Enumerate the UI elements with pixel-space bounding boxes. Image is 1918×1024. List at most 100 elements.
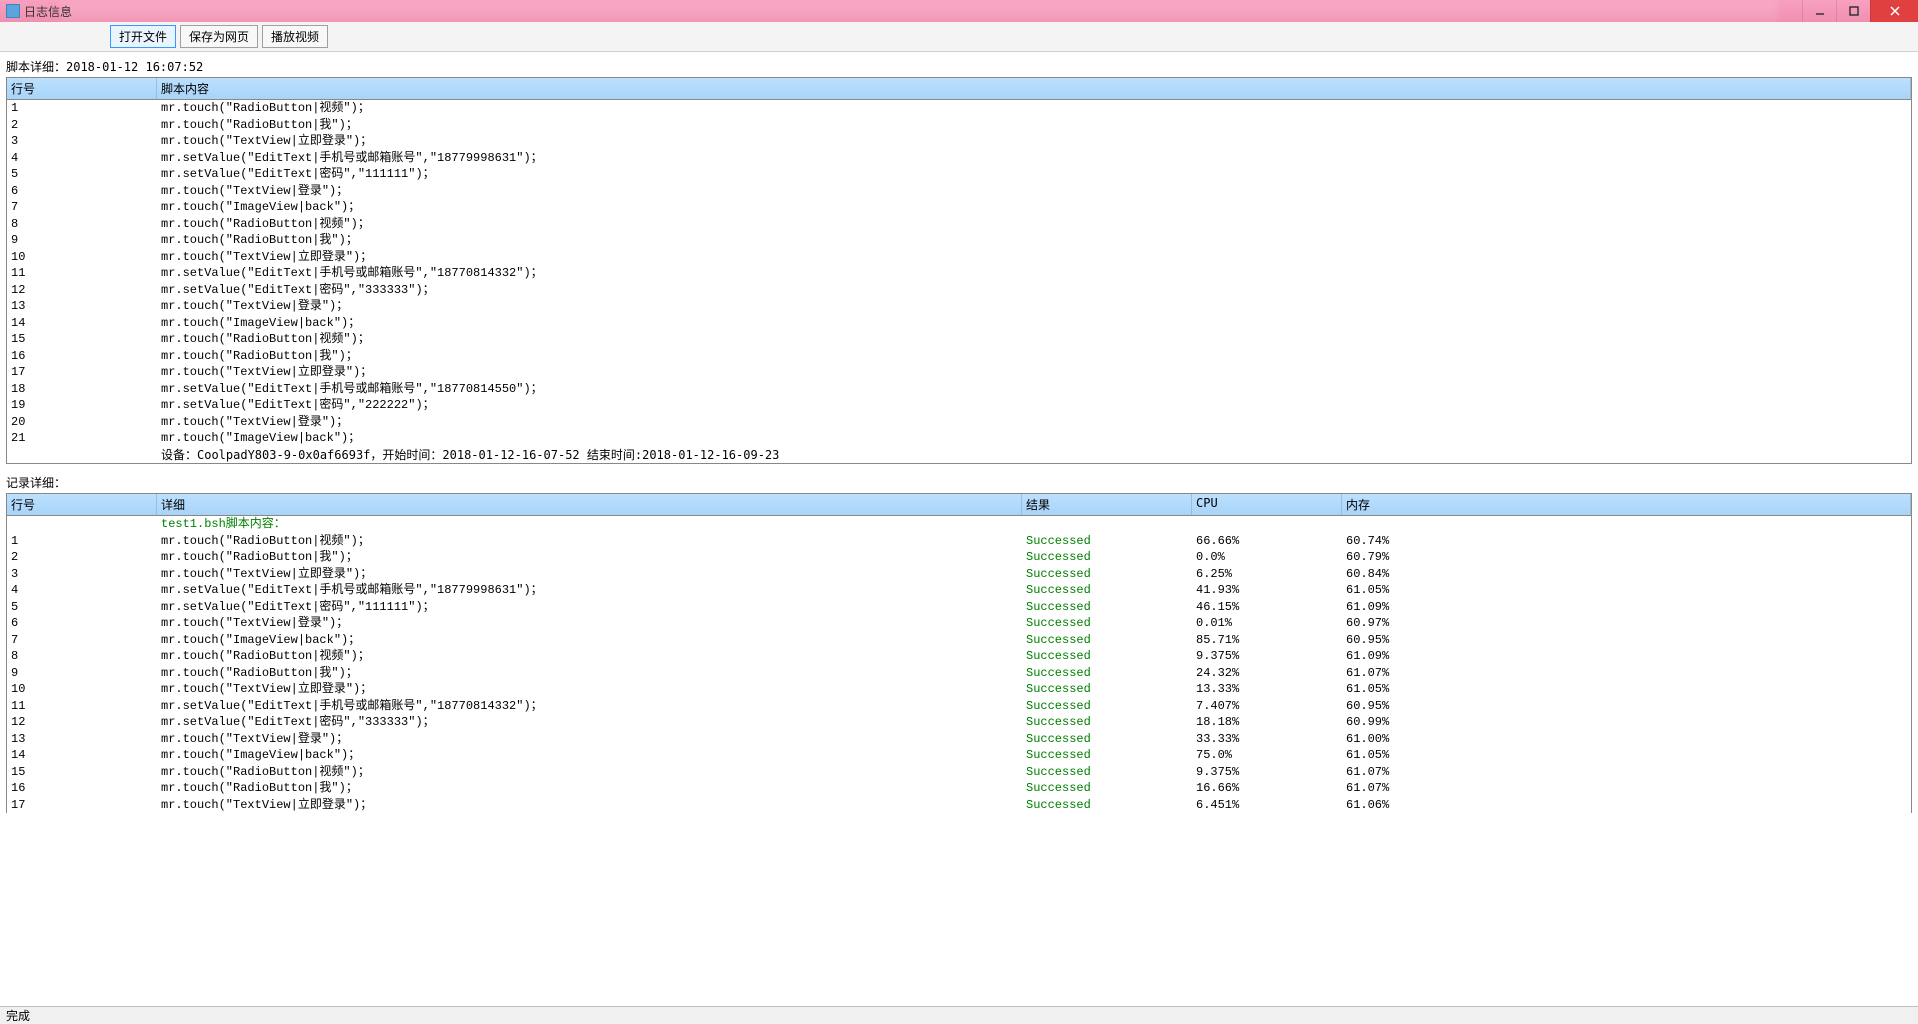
detail-content: mr.touch("TextView|登录")； <box>157 615 1022 632</box>
line-number: 6 <box>7 183 157 200</box>
cpu-value: 85.71% <box>1192 632 1342 649</box>
table-row[interactable]: 12mr.setValue("EditText|密码","333333")；Su… <box>7 714 1911 731</box>
table-row[interactable]: 8mr.touch("RadioButton|视频")；Successed9.3… <box>7 648 1911 665</box>
table-row[interactable]: 1mr.touch("RadioButton|视频")；Successed66.… <box>7 533 1911 550</box>
cpu-value: 9.375% <box>1192 648 1342 665</box>
table-row[interactable]: 4mr.setValue("EditText|手机号或邮箱账号","187799… <box>7 150 1911 167</box>
result-value: Successed <box>1022 797 1192 814</box>
table-row[interactable]: 16mr.touch("RadioButton|我")；Successed16.… <box>7 780 1911 797</box>
table-row[interactable]: 10mr.touch("TextView|立即登录")；Successed13.… <box>7 681 1911 698</box>
cpu-value: 41.93% <box>1192 582 1342 599</box>
table-row[interactable]: 3mr.touch("TextView|立即登录")；Successed6.25… <box>7 566 1911 583</box>
table-row[interactable]: 9mr.touch("RadioButton|我")；Successed24.3… <box>7 665 1911 682</box>
cpu-value: 6.451% <box>1192 797 1342 814</box>
table-row[interactable]: 20mr.touch("TextView|登录")； <box>7 414 1911 431</box>
detail-content: mr.touch("ImageView|back")； <box>157 747 1022 764</box>
line-number: 1 <box>7 533 157 550</box>
result-value: Successed <box>1022 566 1192 583</box>
col-detail: 详细 <box>157 494 1022 515</box>
table-row[interactable]: 10mr.touch("TextView|立即登录")； <box>7 249 1911 266</box>
table-row[interactable]: 5mr.setValue("EditText|密码","111111")； <box>7 166 1911 183</box>
table-row[interactable]: 7mr.touch("ImageView|back")； <box>7 199 1911 216</box>
script-content: mr.setValue("EditText|密码","222222")； <box>157 397 1911 414</box>
table-row[interactable]: 5mr.setValue("EditText|密码","111111")；Suc… <box>7 599 1911 616</box>
memory-value: 61.09% <box>1342 648 1911 665</box>
script-table-body: 1mr.touch("RadioButton|视频")；2mr.touch("R… <box>7 100 1911 447</box>
play-video-button[interactable]: 播放视频 <box>262 25 328 48</box>
detail-content: mr.touch("TextView|立即登录")； <box>157 566 1022 583</box>
table-row[interactable]: 11mr.setValue("EditText|手机号或邮箱账号","18770… <box>7 698 1911 715</box>
table-row[interactable]: 15mr.touch("RadioButton|视频")； <box>7 331 1911 348</box>
bsh-header-text: test1.bsh脚本内容： <box>157 516 1022 533</box>
table-row[interactable]: 3mr.touch("TextView|立即登录")； <box>7 133 1911 150</box>
memory-value: 61.06% <box>1342 797 1911 814</box>
table-row[interactable]: 17mr.touch("TextView|立即登录")；Successed6.4… <box>7 797 1911 814</box>
table-row[interactable]: 9mr.touch("RadioButton|我")； <box>7 232 1911 249</box>
table-row[interactable]: 19mr.setValue("EditText|密码","222222")； <box>7 397 1911 414</box>
result-value: Successed <box>1022 615 1192 632</box>
memory-value: 60.84% <box>1342 566 1911 583</box>
col-line-no: 行号 <box>7 78 157 99</box>
table-row[interactable]: 7mr.touch("ImageView|back")；Successed85.… <box>7 632 1911 649</box>
table-row[interactable]: 14mr.touch("ImageView|back")； <box>7 315 1911 332</box>
table-row[interactable]: 6mr.touch("TextView|登录")；Successed0.01%6… <box>7 615 1911 632</box>
cpu-value: 75.0% <box>1192 747 1342 764</box>
table-row[interactable]: 15mr.touch("RadioButton|视频")；Successed9.… <box>7 764 1911 781</box>
detail-content: mr.touch("RadioButton|我")； <box>157 780 1022 797</box>
save-as-web-button[interactable]: 保存为网页 <box>180 25 258 48</box>
table-row[interactable]: 2mr.touch("RadioButton|我")；Successed0.0%… <box>7 549 1911 566</box>
minimize-button[interactable] <box>1802 0 1836 22</box>
cpu-value: 7.407% <box>1192 698 1342 715</box>
table-row[interactable]: 6mr.touch("TextView|登录")； <box>7 183 1911 200</box>
detail-content: mr.touch("RadioButton|视频")； <box>157 764 1022 781</box>
table-row[interactable]: 13mr.touch("TextView|登录")；Successed33.33… <box>7 731 1911 748</box>
line-number: 7 <box>7 199 157 216</box>
script-content: mr.touch("TextView|立即登录")； <box>157 133 1911 150</box>
table-row[interactable]: 11mr.setValue("EditText|手机号或邮箱账号","18770… <box>7 265 1911 282</box>
result-value: Successed <box>1022 698 1192 715</box>
memory-value: 61.05% <box>1342 582 1911 599</box>
line-number: 11 <box>7 265 157 282</box>
table-row[interactable]: 8mr.touch("RadioButton|视频")； <box>7 216 1911 233</box>
script-table-header: 行号 脚本内容 <box>7 78 1911 100</box>
table-row[interactable]: 1mr.touch("RadioButton|视频")； <box>7 100 1911 117</box>
table-row[interactable]: 12mr.setValue("EditText|密码","333333")； <box>7 282 1911 299</box>
table-row[interactable]: 16mr.touch("RadioButton|我")； <box>7 348 1911 365</box>
line-number: 16 <box>7 348 157 365</box>
window-controls <box>1802 0 1918 22</box>
line-number: 15 <box>7 764 157 781</box>
record-table-body: test1.bsh脚本内容： 1mr.touch("RadioButton|视频… <box>7 516 1911 813</box>
script-content: mr.touch("TextView|立即登录")； <box>157 249 1911 266</box>
line-number: 21 <box>7 430 157 447</box>
result-value: Successed <box>1022 714 1192 731</box>
line-number: 3 <box>7 566 157 583</box>
result-value: Successed <box>1022 731 1192 748</box>
table-row[interactable]: 18mr.setValue("EditText|手机号或邮箱账号","18770… <box>7 381 1911 398</box>
cpu-value: 9.375% <box>1192 764 1342 781</box>
maximize-button[interactable] <box>1836 0 1870 22</box>
line-number: 9 <box>7 665 157 682</box>
table-row[interactable]: 4mr.setValue("EditText|手机号或邮箱账号","187799… <box>7 582 1911 599</box>
table-row[interactable]: 14mr.touch("ImageView|back")；Successed75… <box>7 747 1911 764</box>
table-row[interactable]: 17mr.touch("TextView|立即登录")； <box>7 364 1911 381</box>
table-row[interactable]: 21mr.touch("ImageView|back")； <box>7 430 1911 447</box>
detail-content: mr.touch("RadioButton|我")； <box>157 549 1022 566</box>
memory-value: 60.79% <box>1342 549 1911 566</box>
line-number: 7 <box>7 632 157 649</box>
table-row[interactable]: 13mr.touch("TextView|登录")； <box>7 298 1911 315</box>
detail-content: mr.touch("RadioButton|视频")； <box>157 533 1022 550</box>
close-button[interactable] <box>1870 0 1918 22</box>
result-value: Successed <box>1022 632 1192 649</box>
col-memory: 内存 <box>1342 494 1911 515</box>
script-content: mr.touch("ImageView|back")； <box>157 199 1911 216</box>
script-content: mr.touch("ImageView|back")； <box>157 315 1911 332</box>
memory-value: 60.95% <box>1342 698 1911 715</box>
result-value: Successed <box>1022 648 1192 665</box>
open-file-button[interactable]: 打开文件 <box>110 25 176 48</box>
memory-value: 61.00% <box>1342 731 1911 748</box>
app-icon <box>6 4 20 18</box>
memory-value: 61.07% <box>1342 764 1911 781</box>
table-row[interactable]: 2mr.touch("RadioButton|我")； <box>7 117 1911 134</box>
script-content: mr.touch("RadioButton|我")； <box>157 117 1911 134</box>
record-table-header: 行号 详细 结果 CPU 内存 <box>7 494 1911 516</box>
